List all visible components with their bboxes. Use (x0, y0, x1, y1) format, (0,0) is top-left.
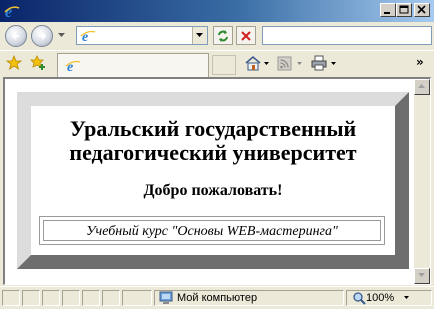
course-table-cell: Учебный курс "Основы WEB-мастеринга" (43, 220, 381, 241)
tab-bar: e » (0, 50, 434, 77)
zoom-level[interactable]: 100% (366, 292, 394, 304)
status-cell (42, 290, 60, 306)
status-cell (102, 290, 120, 306)
home-icon[interactable] (244, 55, 262, 71)
address-input[interactable] (99, 28, 191, 43)
zoom-magnifier-icon (353, 292, 366, 305)
navigation-bar: e (0, 22, 434, 50)
status-cell (2, 290, 20, 306)
status-cell (82, 290, 100, 306)
internet-explorer-icon: e (4, 3, 20, 21)
recent-pages-dropdown-icon[interactable] (58, 33, 66, 38)
search-box[interactable] (262, 26, 432, 45)
welcome-text: Добро пожаловать! (143, 182, 283, 199)
printer-icon[interactable] (310, 55, 328, 71)
scroll-up-button[interactable] (414, 79, 430, 95)
page-table-frame: Уральский государственный педагогический… (17, 92, 409, 269)
refresh-icon (218, 30, 228, 42)
back-arrow-icon (11, 32, 19, 40)
favorites-star-icon[interactable] (6, 55, 22, 71)
forward-button[interactable] (31, 25, 53, 47)
back-button[interactable] (5, 25, 27, 47)
chevron-down-icon (418, 273, 425, 277)
print-dropdown-icon[interactable] (331, 62, 337, 66)
stop-icon (241, 31, 251, 41)
refresh-button[interactable] (213, 26, 233, 45)
rss-feed-icon[interactable] (277, 56, 293, 72)
course-title: Учебный курс "Основы WEB-мастеринга" (86, 224, 338, 239)
status-cell (62, 290, 80, 306)
status-cell (22, 290, 40, 306)
browser-window: e e e » Уральский государственный педаго… (0, 0, 434, 309)
scroll-down-button[interactable] (414, 268, 430, 284)
security-zone-label: Мой компьютер (177, 292, 258, 304)
course-table: Учебный курс "Основы WEB-мастеринга" (39, 216, 385, 245)
status-bar: Мой компьютер 100% (0, 286, 434, 309)
heading-line-1: Уральский государственный (69, 116, 357, 141)
stop-button[interactable] (236, 26, 256, 45)
page-ie-icon: e (80, 30, 96, 44)
tab-current[interactable]: e (57, 53, 209, 77)
chevron-up-icon (418, 84, 425, 88)
add-favorite-icon[interactable] (30, 55, 46, 71)
vertical-scrollbar[interactable] (414, 79, 430, 284)
chevron-down-icon (196, 33, 203, 37)
new-tab-button[interactable] (212, 55, 236, 75)
page-table-cell: Уральский государственный педагогический… (31, 106, 395, 255)
toolbar-overflow-chevron[interactable]: » (416, 55, 424, 69)
address-bar[interactable]: e (76, 26, 208, 45)
zoom-dropdown-icon[interactable] (404, 296, 410, 300)
my-computer-icon (159, 291, 173, 304)
status-cell (122, 290, 152, 306)
address-dropdown-button[interactable] (192, 27, 207, 44)
heading-line-2: педагогический университет (69, 140, 357, 165)
rss-dropdown-icon[interactable] (297, 62, 303, 66)
close-window-button[interactable] (414, 3, 430, 17)
minimize-button[interactable] (380, 3, 396, 17)
page-heading: Уральский государственный педагогический… (31, 117, 395, 165)
title-bar[interactable]: e (0, 0, 434, 22)
home-dropdown-icon[interactable] (264, 62, 270, 66)
page-viewport: Уральский государственный педагогический… (3, 77, 431, 285)
maximize-button[interactable] (396, 3, 412, 17)
page-ie-icon: e (65, 60, 81, 74)
forward-arrow-icon (39, 32, 47, 40)
